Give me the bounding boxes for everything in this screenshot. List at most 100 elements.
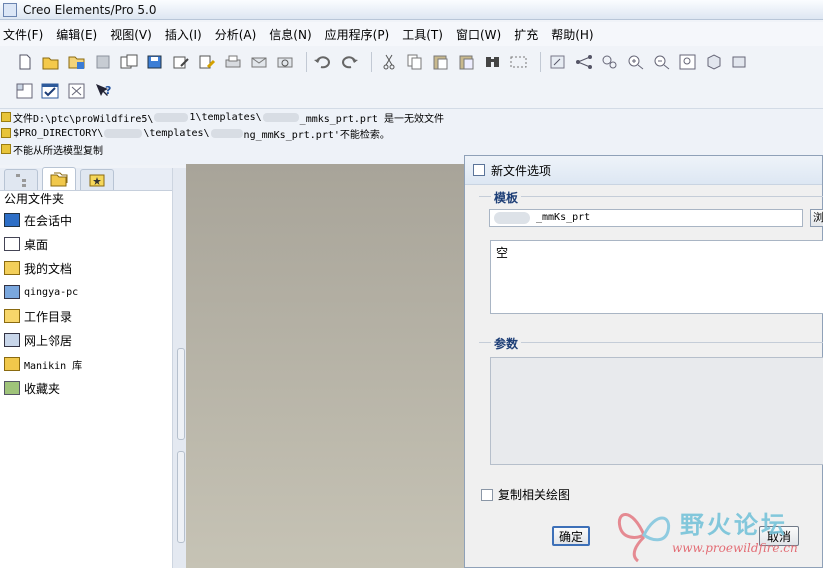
title-bar: Creo Elements/Pro 5.0 [0,0,823,20]
menu-view[interactable]: 视图(V) [107,26,158,43]
warning-icon [1,144,11,154]
navigator-splitter[interactable] [172,168,187,568]
svg-text:?: ? [105,84,111,97]
cancel-button[interactable]: 取消 [759,526,799,546]
menu-file[interactable]: 文件(F) [0,26,49,43]
menu-bar: 文件(F) 编辑(E) 视图(V) 插入(I) 分析(A) 信息(N) 应用程序… [0,22,823,46]
nav-item-network[interactable]: 网上邻居 [0,328,172,352]
template-group-border [479,196,823,197]
open-session-icon[interactable] [66,51,88,73]
cut-icon[interactable] [378,51,400,73]
select-box-icon[interactable] [508,51,530,73]
copy-drawings-checkbox[interactable] [481,488,493,501]
list-item[interactable]: 空 [491,241,823,261]
nav-item-desktop[interactable]: 桌面 [0,232,172,256]
tab-model-tree[interactable] [4,169,38,190]
window-toolbar: ? [14,78,118,104]
menu-applications[interactable]: 应用程序(P) [322,26,396,43]
redacted-text [494,212,530,224]
zoom-in-icon[interactable] [625,51,647,73]
paste-special-icon[interactable] [456,51,478,73]
message-line: $PRO_DIRECTORY\ \templates\ ng_mmKs_prt.… [0,125,823,141]
toolbar-separator [540,52,541,72]
menu-tools[interactable]: 工具(T) [399,26,449,43]
undo-icon[interactable] [313,51,335,73]
orient-icon[interactable] [703,51,725,73]
warning-icon [1,128,11,138]
print-icon[interactable] [222,51,244,73]
template-group-label: 模板 [491,189,522,206]
nav-item-manikin-library[interactable]: Manikin 库 [0,352,172,376]
zoom-out-icon[interactable] [651,51,673,73]
dialog-title: 新文件选项 [491,163,552,178]
email-link-icon[interactable] [274,51,296,73]
paste-icon[interactable] [430,51,452,73]
email-icon[interactable] [248,51,270,73]
warning-icon [1,112,11,122]
public-folders-header: 公用文件夹 [0,191,172,208]
nav-item-computer[interactable]: qingya-pc [0,280,172,304]
menu-insert[interactable]: 插入(I) [162,26,208,43]
network-icon [4,333,20,347]
nav-item-in-session[interactable]: 在会话中 [0,208,172,232]
menu-edit[interactable]: 编辑(E) [53,26,103,43]
save-icon[interactable] [92,51,114,73]
dialog-icon [473,164,485,176]
copy-drawings-option[interactable]: 复制相关绘图 [481,486,570,503]
context-help-icon[interactable]: ? [92,80,114,102]
graphics-window[interactable] [186,164,466,568]
toolbar-separator [306,52,307,72]
save-copy-icon[interactable] [118,51,140,73]
redacted-text [210,128,243,138]
copy-icon[interactable] [404,51,426,73]
menu-extensions[interactable]: 扩充 [511,26,544,43]
close-window-icon[interactable] [66,80,88,102]
window-title: Creo Elements/Pro 5.0 [23,2,157,17]
model-tree-icon[interactable] [599,51,621,73]
tab-favorites[interactable] [80,169,114,190]
find-icon[interactable] [482,51,504,73]
view-manager-icon[interactable] [729,51,751,73]
datum-display-icon[interactable] [573,51,595,73]
template-name-field[interactable]: _mmKs_prt [489,209,803,227]
nav-item-working-directory[interactable]: 工作目录 [0,304,172,328]
desktop-icon [4,237,20,251]
params-group-border [479,342,823,343]
menu-window[interactable]: 窗口(W) [453,26,507,43]
collapse-handle[interactable] [177,348,185,440]
regenerate-icon[interactable] [547,51,569,73]
browse-button[interactable]: 浏 [810,209,823,227]
new-file-options-dialog: 新文件选项 模板 _mmKs_prt 浏 空 参数 复制相关绘图 确定 取消 [464,155,823,568]
refit-icon[interactable] [677,51,699,73]
redacted-text [104,128,143,138]
navigator-panel: 公用文件夹 在会话中 桌面 我的文档 qingya-pc 工作目录 网上邻居 M… [0,167,172,568]
tab-folder-browser[interactable] [42,167,76,190]
menu-info[interactable]: 信息(N) [266,26,317,43]
nav-item-my-documents[interactable]: 我的文档 [0,256,172,280]
computer-icon [4,285,20,299]
library-icon [4,357,20,371]
backup-icon[interactable] [144,51,166,73]
nav-item-favorites[interactable]: 收藏夹 [0,376,172,400]
ok-button[interactable]: 确定 [552,526,590,546]
checked-window-icon[interactable] [40,80,62,102]
params-group-label: 参数 [491,335,522,352]
window-layout-icon[interactable] [14,80,36,102]
collapse-handle[interactable] [177,451,185,543]
menu-help[interactable]: 帮助(H) [548,26,599,43]
menu-analysis[interactable]: 分析(A) [212,26,263,43]
working-directory-icon [4,309,20,323]
redacted-text [154,112,189,122]
template-list[interactable]: 空 [490,240,823,314]
redo-icon[interactable] [339,51,361,73]
toolbar-separator [371,52,372,72]
erase-icon[interactable] [196,51,218,73]
rename-icon[interactable] [170,51,192,73]
redacted-text [262,112,299,122]
open-folder-icon[interactable] [40,51,62,73]
navigator-tabs [0,167,172,191]
session-icon [4,213,20,227]
favorites-icon [4,381,20,395]
new-file-icon[interactable] [14,51,36,73]
parameters-area [490,357,823,465]
